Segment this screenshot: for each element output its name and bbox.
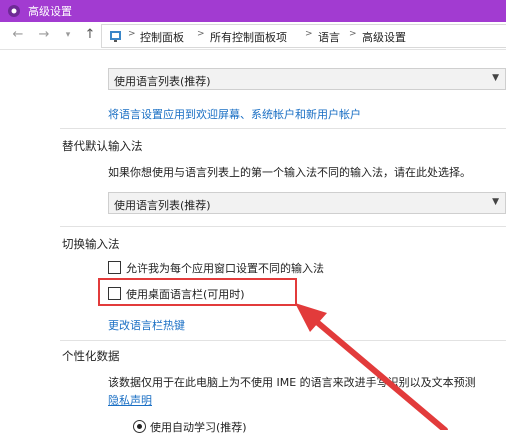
address-bar[interactable]: > 控制面板 > 所有控制面板项 > 语言 > 高级设置 xyxy=(101,24,506,48)
divider xyxy=(60,226,506,227)
breadcrumb-control-panel[interactable]: 控制面板 xyxy=(140,29,184,45)
default-input-heading: 替代默认输入法 xyxy=(62,139,143,153)
forward-arrow-icon[interactable]: → xyxy=(36,27,52,43)
display-language-dropdown[interactable]: 使用语言列表(推荐) ▼ xyxy=(108,68,506,90)
breadcrumb-language[interactable]: 语言 xyxy=(318,29,340,45)
breadcrumb-separator: > xyxy=(128,29,136,39)
settings-app-icon xyxy=(8,5,20,17)
chevron-down-icon[interactable]: ▾ xyxy=(60,27,76,43)
breadcrumb-separator: > xyxy=(305,29,313,39)
breadcrumb-all-items[interactable]: 所有控制面板项 xyxy=(210,29,287,45)
per-app-input-label[interactable]: 允许我为每个应用窗口设置不同的输入法 xyxy=(126,260,324,276)
breadcrumb-advanced-settings[interactable]: 高级设置 xyxy=(362,29,406,45)
navigation-bar: ← → ▾ ↑ > 控制面板 > 所有控制面板项 > 语言 > 高级设置 xyxy=(0,22,506,50)
switching-input-heading: 切换输入法 xyxy=(62,237,120,251)
personalization-description: 该数据仅用于在此电脑上为不使用 IME 的语言来改进手写识别以及文本预测 xyxy=(108,376,476,389)
per-app-input-checkbox[interactable] xyxy=(108,261,121,274)
breadcrumb-separator: > xyxy=(197,29,205,39)
chevron-down-icon: ▼ xyxy=(492,197,499,207)
auto-learning-label[interactable]: 使用自动学习(推荐) xyxy=(150,419,247,435)
default-input-dropdown[interactable]: 使用语言列表(推荐) ▼ xyxy=(108,192,506,214)
breadcrumb-separator: > xyxy=(349,29,357,39)
chevron-down-icon: ▼ xyxy=(492,73,499,83)
divider xyxy=(60,128,506,129)
annotation-highlight-box xyxy=(98,278,297,306)
up-arrow-icon[interactable]: ↑ xyxy=(82,27,98,43)
title-bar: 高级设置 xyxy=(0,0,506,22)
dropdown-value: 使用语言列表(推荐) xyxy=(114,75,211,88)
settings-content: 使用语言列表(推荐) ▼ 将语言设置应用到欢迎屏幕、系统帐户和新用户帐户 替代默… xyxy=(0,50,506,434)
divider xyxy=(60,340,506,341)
change-language-bar-hotkeys-link[interactable]: 更改语言栏热键 xyxy=(108,317,185,333)
window-title: 高级设置 xyxy=(28,5,72,18)
personalization-heading: 个性化数据 xyxy=(62,349,120,363)
default-input-description: 如果你想使用与语言列表上的第一个输入法不同的输入法，请在此处选择。 xyxy=(108,166,471,179)
back-arrow-icon[interactable]: ← xyxy=(10,27,26,43)
control-panel-icon xyxy=(110,31,121,42)
apply-language-settings-link[interactable]: 将语言设置应用到欢迎屏幕、系统帐户和新用户帐户 xyxy=(108,106,361,122)
dropdown-value: 使用语言列表(推荐) xyxy=(114,199,211,212)
privacy-statement-link[interactable]: 隐私声明 xyxy=(108,392,152,408)
auto-learning-radio[interactable] xyxy=(133,420,146,433)
